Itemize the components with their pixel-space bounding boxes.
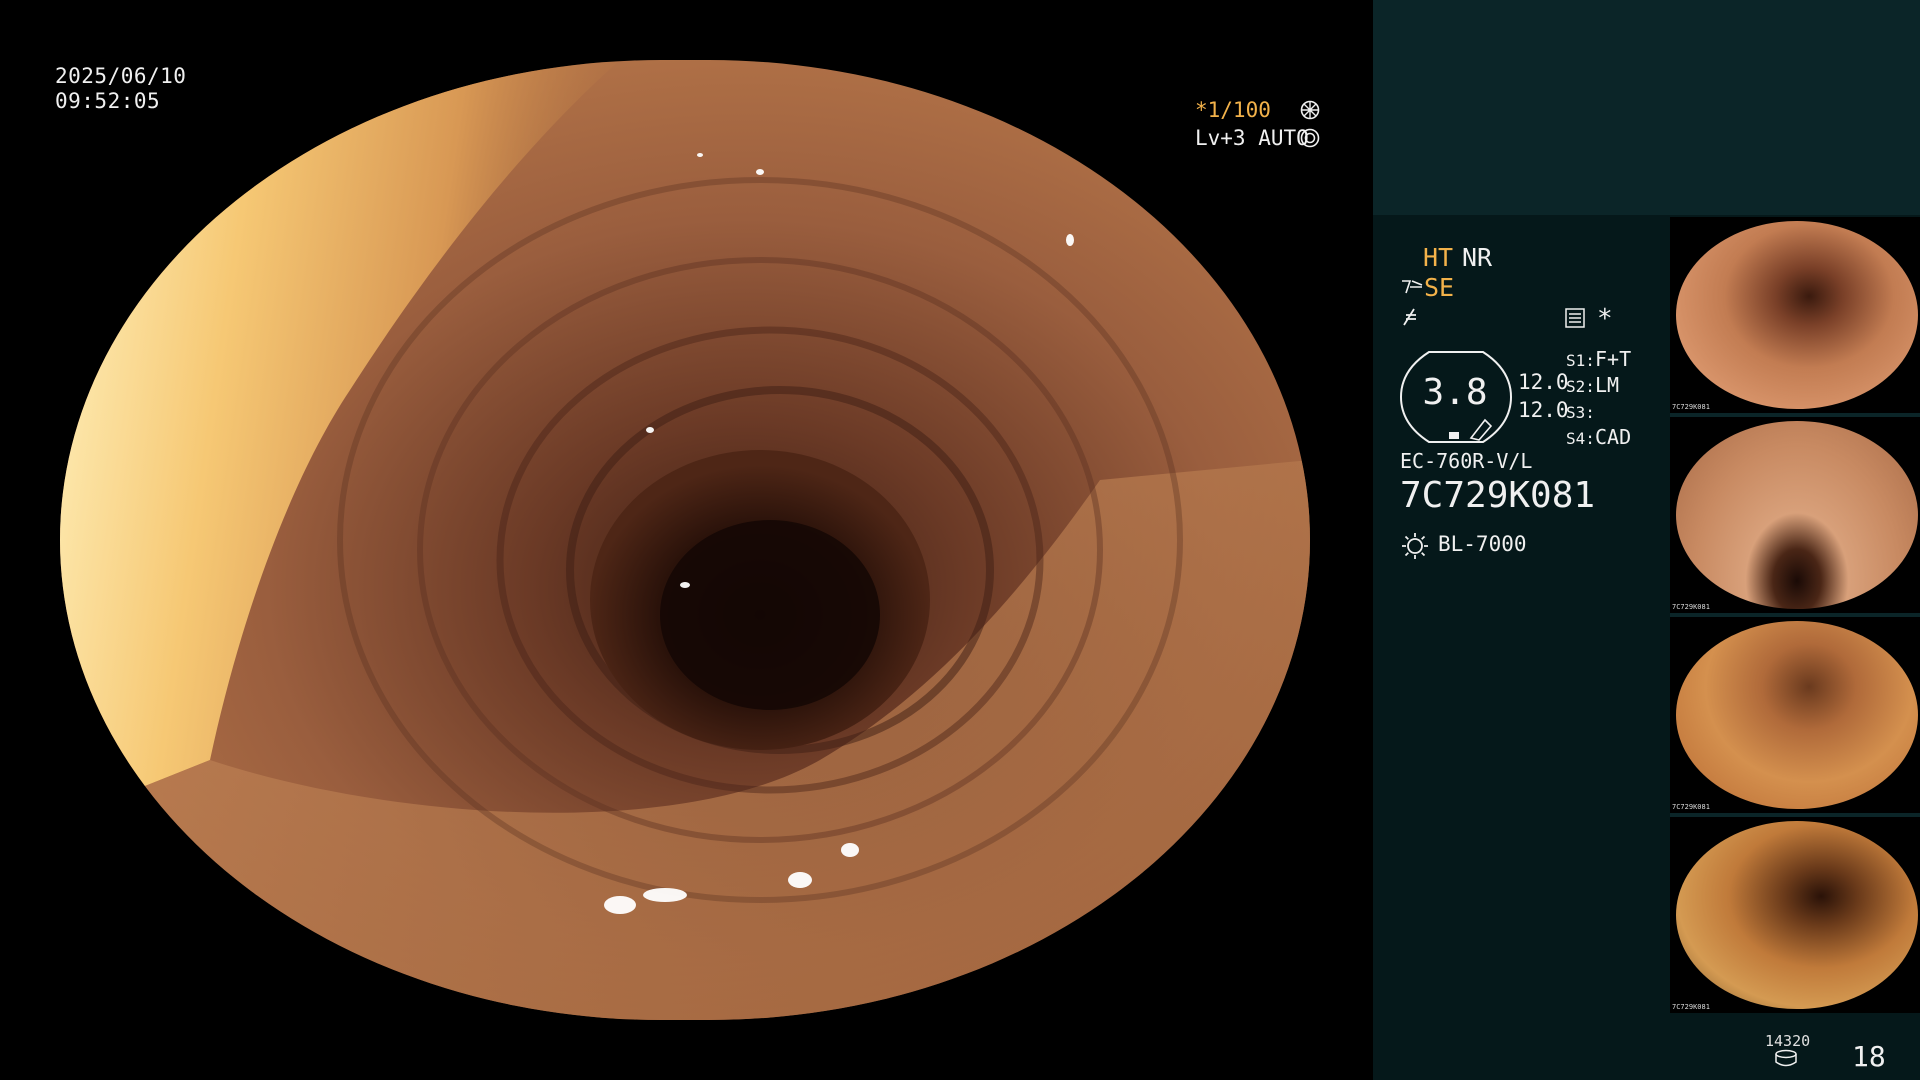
thumbnail-caption: 7C729K081 (1672, 803, 1710, 811)
panel-header-area (1373, 0, 1920, 215)
scope-model: EC-760R-V/L (1400, 449, 1533, 473)
capture-count: 18 (1852, 1040, 1886, 1073)
date-time-readout: 2025/06/10 09:52:05 (55, 64, 186, 114)
shutter-speed: *1/100 (1195, 98, 1271, 122)
light-source-model: BL-7000 (1438, 532, 1527, 556)
capture-thumbnail[interactable]: 7C729K081 (1670, 817, 1920, 1013)
ht-indicator: HT (1423, 243, 1454, 272)
capture-thumbnail[interactable]: 7C729K081 (1670, 217, 1920, 413)
slot-1-value: F+T (1595, 347, 1632, 371)
shutter-wheel-icon (1300, 100, 1320, 120)
thumbnail-caption: 7C729K081 (1672, 1003, 1710, 1011)
endoscopic-view (60, 60, 1310, 1020)
menu-list-icon (1565, 308, 1585, 328)
se-indicator: SE (1424, 273, 1455, 302)
time-text: 09:52:05 (55, 89, 161, 113)
gauge-value: 3.8 (1422, 372, 1488, 413)
nr-indicator: NR (1462, 243, 1493, 272)
slot-2-label: S2: (1566, 377, 1595, 396)
slot-2-value: LM (1595, 373, 1620, 397)
slot-4-value: CAD (1595, 425, 1632, 449)
scope-serial: 7C729K081 (1400, 475, 1596, 516)
thumbnail-caption: 7C729K081 (1672, 403, 1710, 411)
slot-3-label: S3: (1566, 403, 1595, 422)
capture-thumbnail[interactable]: 7C729K081 (1670, 417, 1920, 613)
value-2: 12.0 (1518, 398, 1569, 422)
star-indicator: * (1597, 304, 1613, 334)
slot-4-label: S4: (1566, 429, 1595, 448)
date-text: 2025/06/10 (55, 64, 187, 88)
value-1: 12.0 (1518, 370, 1569, 394)
light-source-icon (1402, 533, 1428, 559)
capture-thumbnail[interactable]: 7C729K081 (1670, 617, 1920, 813)
slot-1-label: S1: (1566, 351, 1595, 370)
auto-ring-icon (1300, 128, 1320, 148)
disk-icon (1775, 1049, 1797, 1067)
f-slash-icon (1403, 308, 1416, 326)
endoscopic-image (60, 60, 1310, 1020)
brightness-level: Lv+3 AUTO (1195, 126, 1309, 150)
thumbnail-caption: 7C729K081 (1672, 603, 1710, 611)
storage-count: 14320 (1765, 1032, 1811, 1050)
structure-enhance-icon (1402, 280, 1423, 294)
